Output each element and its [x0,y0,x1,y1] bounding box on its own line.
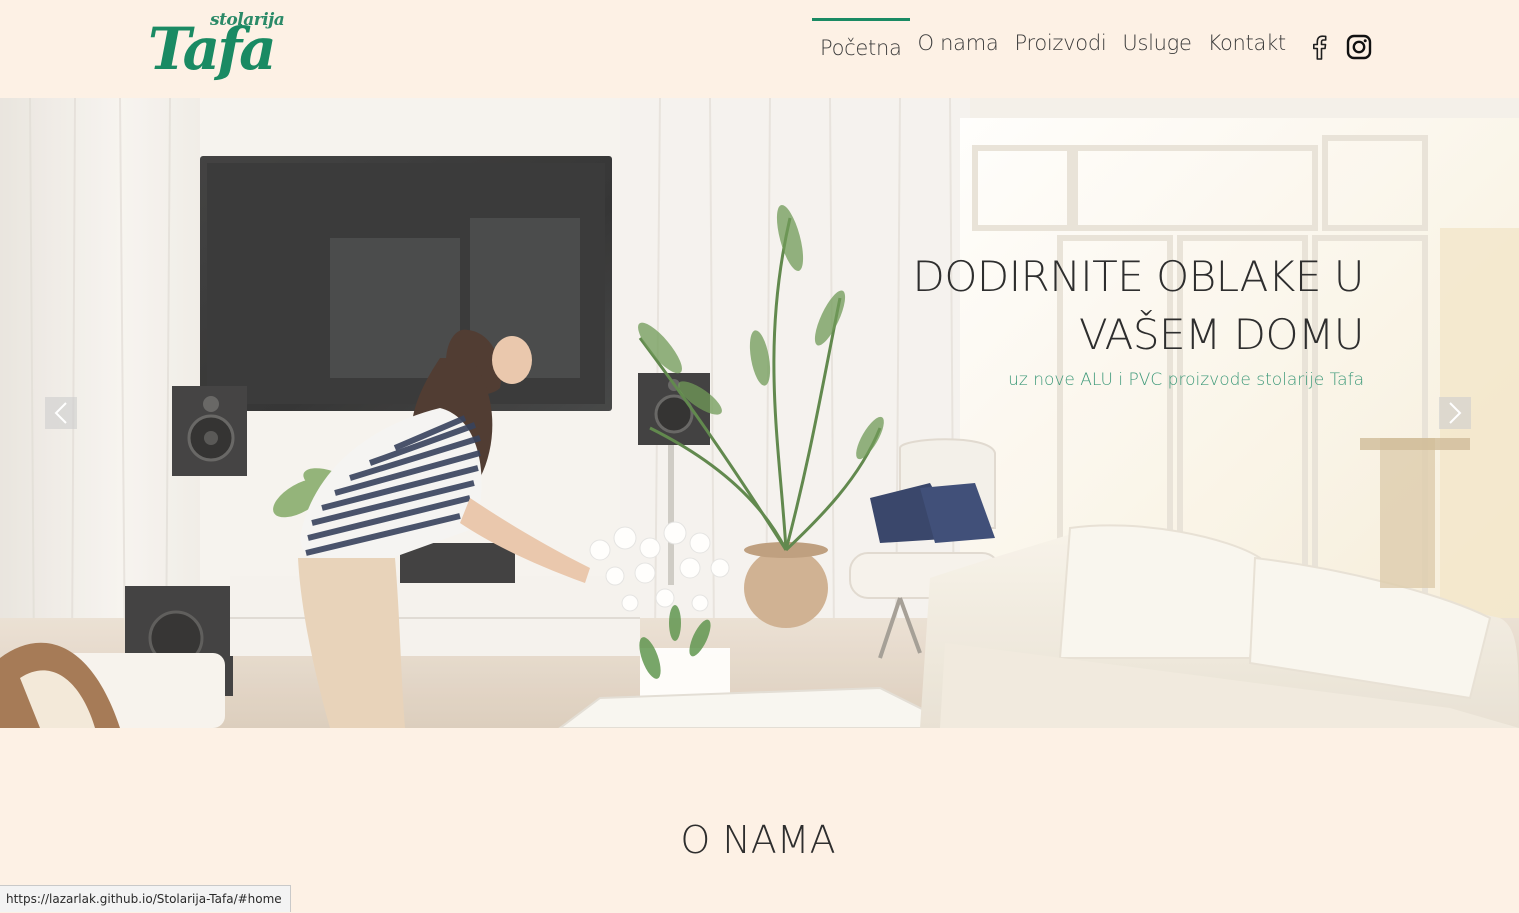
chevron-left-icon [54,402,67,424]
hero-carousel: DODIRNITE OBLAKE U VAŠEM DOMU uz nove AL… [0,98,1519,728]
facebook-icon[interactable] [1306,34,1332,60]
chevron-right-icon [1449,402,1462,424]
hero-subtitle: uz nove ALU i PVC proizvode stolarije Ta… [1008,370,1364,390]
logo-main-text: Tafa [148,15,277,83]
about-title: O NAMA [680,818,836,862]
hero-title: DODIRNITE OBLAKE U VAŠEM DOMU [804,248,1365,364]
carousel-next-button[interactable] [1439,397,1471,429]
logo[interactable]: stolarija Tafa [148,8,285,90]
main-nav: Početna O nama Proizvodi Usluge Kontakt [812,18,1386,78]
nav-item-proizvodi[interactable]: Proizvodi [1006,18,1114,78]
nav-item-pocetna[interactable]: Početna [812,18,910,78]
social-links [1306,34,1386,60]
carousel-prev-button[interactable] [45,397,77,429]
nav-item-o-nama[interactable]: O nama [910,18,1007,78]
hero-title-line2: VAŠEM DOMU [1079,310,1364,359]
browser-status-bar: https://lazarlak.github.io/Stolarija-Taf… [0,885,291,912]
hero-title-line1: DODIRNITE OBLAKE U [912,252,1365,301]
hero-background-image [0,98,1519,728]
nav-item-kontakt[interactable]: Kontakt [1200,18,1294,78]
site-header: stolarija Tafa Početna O nama Proizvodi … [0,0,1519,98]
instagram-icon[interactable] [1346,34,1372,60]
nav-item-usluge[interactable]: Usluge [1114,18,1199,78]
